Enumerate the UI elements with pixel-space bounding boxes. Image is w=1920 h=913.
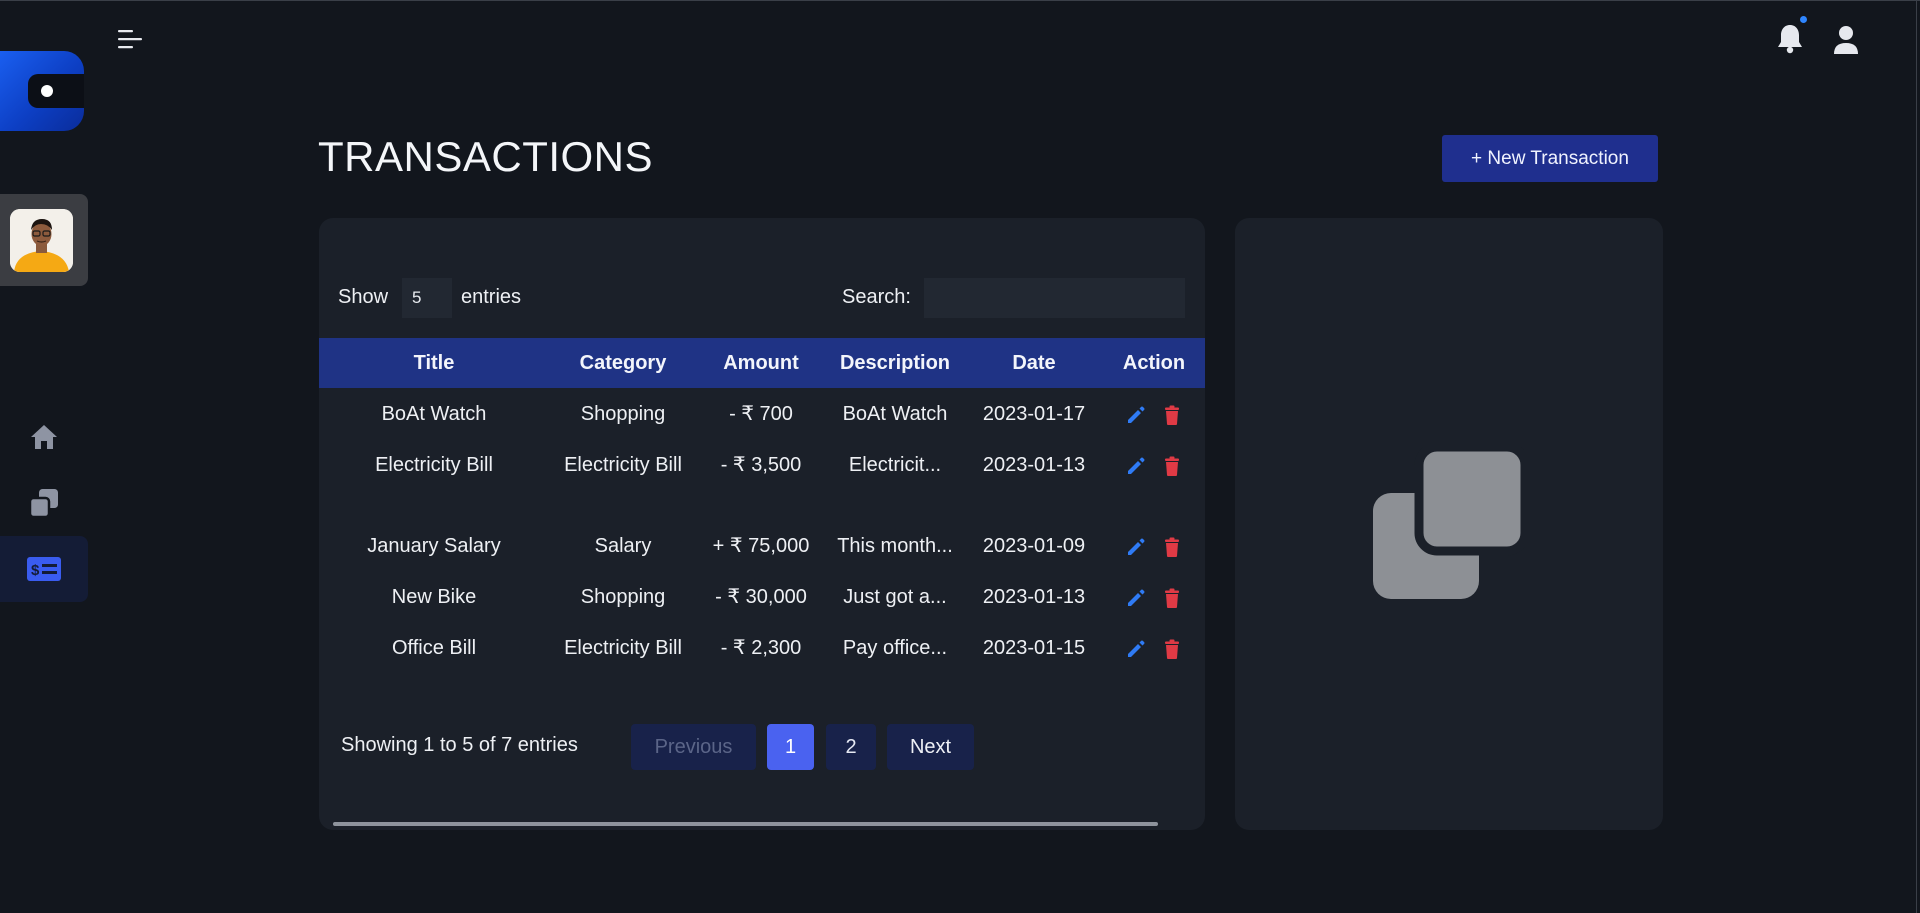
pagination-page-2[interactable]: 2 xyxy=(826,724,876,770)
table-row: Office Bill Electricity Bill - ₹ 2,300 P… xyxy=(319,622,1205,703)
cell-category: Shopping xyxy=(580,586,666,608)
table-header-row: Title Category Amount Description Date A… xyxy=(319,338,1205,388)
cell-action xyxy=(1103,520,1205,571)
side-panel-card xyxy=(1235,218,1663,830)
cell-date: 2023-01-17 xyxy=(982,403,1086,425)
delete-trash-icon[interactable] xyxy=(1161,638,1183,660)
delete-trash-icon[interactable] xyxy=(1161,587,1183,609)
avatar xyxy=(10,209,73,272)
table-row: Electricity Bill Electricity Bill - ₹ 3,… xyxy=(319,439,1205,520)
column-header-date[interactable]: Date xyxy=(965,338,1103,388)
cell-title: New Bike xyxy=(391,586,477,608)
cell-action xyxy=(1103,622,1205,703)
money-icon: $ xyxy=(27,557,61,581)
cell-category: Electricity Bill xyxy=(564,637,682,659)
cell-date: 2023-01-13 xyxy=(982,586,1086,608)
sidebar-item-transactions[interactable]: $ xyxy=(0,536,88,602)
cell-description: Just got a... xyxy=(843,586,947,608)
table-controls: Show 5 entries Search: xyxy=(319,278,1205,318)
cell-title: BoAt Watch xyxy=(381,403,487,425)
cell-description: BoAt Watch xyxy=(842,403,948,425)
cell-date: 2023-01-13 xyxy=(982,454,1086,476)
delete-trash-icon[interactable] xyxy=(1161,455,1183,477)
new-transaction-button[interactable]: + New Transaction xyxy=(1442,135,1658,182)
cell-date: 2023-01-15 xyxy=(982,637,1086,659)
notification-dot xyxy=(1800,16,1807,23)
cell-action xyxy=(1103,439,1205,520)
pagination-previous-button[interactable]: Previous xyxy=(631,724,756,770)
cell-date: 2023-01-09 xyxy=(982,535,1086,557)
cell-category: Shopping xyxy=(580,403,666,425)
notification-bell-icon[interactable] xyxy=(1775,22,1805,54)
svg-text:$: $ xyxy=(31,562,40,579)
table-row: BoAt Watch Shopping - ₹ 700 BoAt Watch 2… xyxy=(319,388,1205,439)
cell-amount: - ₹ 2,300 xyxy=(720,637,802,659)
cell-amount: - ₹ 3,500 xyxy=(720,454,802,476)
profile-card[interactable] xyxy=(0,194,88,286)
column-header-category[interactable]: Category xyxy=(549,338,697,388)
table-row: New Bike Shopping - ₹ 30,000 Just got a.… xyxy=(319,571,1205,622)
page-title: TRANSACTIONS xyxy=(318,133,654,180)
cell-action xyxy=(1103,388,1205,439)
edit-pencil-icon[interactable] xyxy=(1125,404,1147,426)
cell-description: Pay office... xyxy=(842,637,948,659)
user-icon[interactable] xyxy=(1832,24,1860,56)
cell-title: Office Bill xyxy=(391,637,477,659)
right-scrollbar-track xyxy=(1916,0,1917,913)
cell-title: Electricity Bill xyxy=(375,454,493,476)
delete-trash-icon[interactable] xyxy=(1161,404,1183,426)
cell-description: Electricit... xyxy=(848,454,942,476)
column-header-title[interactable]: Title xyxy=(319,338,549,388)
pagination-page-1[interactable]: 1 xyxy=(767,724,814,770)
cell-action xyxy=(1103,571,1205,622)
cell-amount: - ₹ 30,000 xyxy=(715,586,807,608)
copy-icon xyxy=(28,489,58,519)
entries-info: Showing 1 to 5 of 7 entries xyxy=(341,734,578,756)
home-icon xyxy=(31,425,57,449)
menu-toggle-icon[interactable] xyxy=(118,29,144,49)
sidebar: $ xyxy=(0,0,88,913)
column-header-action: Action xyxy=(1122,351,1186,374)
show-label: Show xyxy=(338,286,389,308)
sidebar-item-copy[interactable] xyxy=(0,470,88,536)
cell-description: This month... xyxy=(837,535,953,557)
top-border xyxy=(0,0,1920,1)
column-header-amount[interactable]: Amount xyxy=(697,338,825,388)
edit-pencil-icon[interactable] xyxy=(1125,455,1147,477)
edit-pencil-icon[interactable] xyxy=(1125,638,1147,660)
cell-category: Salary xyxy=(594,535,652,557)
edit-pencil-icon[interactable] xyxy=(1125,587,1147,609)
search-label: Search: xyxy=(842,286,911,308)
transactions-card: Show 5 entries Search: Title Category Am… xyxy=(319,218,1205,830)
column-header-description[interactable]: Description xyxy=(825,338,965,388)
table-row: January Salary Salary + ₹ 75,000 This mo… xyxy=(319,520,1205,571)
cell-title: January Salary xyxy=(367,535,501,557)
horizontal-scrollbar[interactable] xyxy=(333,822,1158,826)
search-input[interactable] xyxy=(924,278,1185,318)
app-logo[interactable] xyxy=(0,51,84,131)
copy-placeholder-icon xyxy=(1373,447,1525,599)
cell-amount: + ₹ 75,000 xyxy=(712,535,810,557)
delete-trash-icon[interactable] xyxy=(1161,536,1183,558)
transactions-table: Title Category Amount Description Date A… xyxy=(319,338,1205,703)
pagination-next-button[interactable]: Next xyxy=(887,724,974,770)
wallet-icon xyxy=(28,74,84,108)
entries-per-page-select[interactable]: 5 xyxy=(402,278,452,318)
edit-pencil-icon[interactable] xyxy=(1125,536,1147,558)
cell-category: Electricity Bill xyxy=(564,454,682,476)
cell-amount: - ₹ 700 xyxy=(729,403,793,425)
sidebar-item-home[interactable] xyxy=(0,404,88,470)
entries-label: entries xyxy=(461,286,522,308)
